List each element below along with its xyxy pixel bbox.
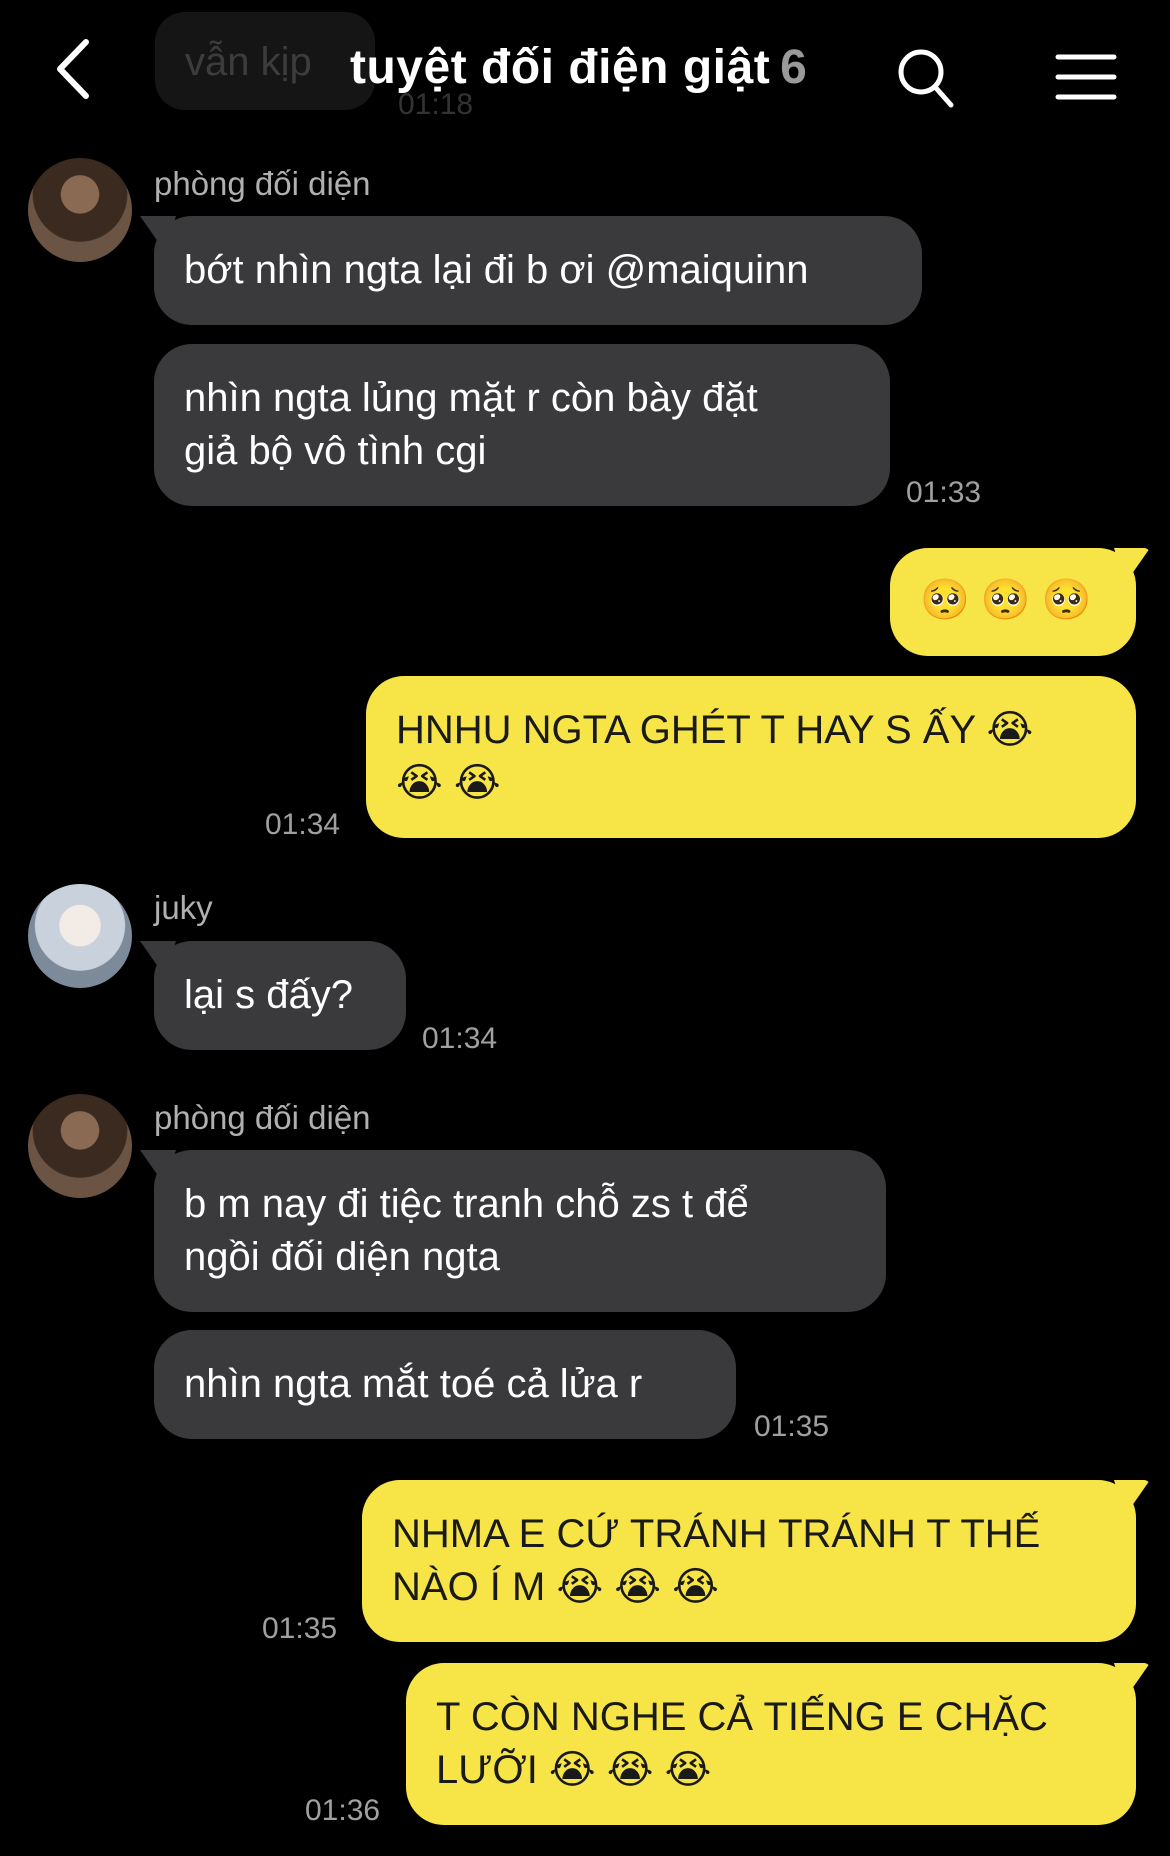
chat-title-text: tuyệt đối điện giật bbox=[350, 41, 771, 94]
message-text: nhìn ngta lủng mặt r còn bày đặt bbox=[184, 376, 758, 420]
outgoing-message-bubble[interactable]: 🥺 🥺 🥺 bbox=[890, 548, 1136, 656]
avatar[interactable] bbox=[28, 1094, 132, 1198]
chat-header: tuyệt đối điện giật 6 bbox=[0, 0, 1170, 140]
message-text: b m nay đi tiệc tranh chỗ zs t để bbox=[184, 1182, 749, 1226]
message-time: 01:36 bbox=[305, 1794, 381, 1827]
message-time: 01:34 bbox=[422, 1022, 498, 1055]
message-time: 01:34 bbox=[265, 808, 341, 841]
message-time: 01:33 bbox=[906, 476, 982, 509]
chat-screen: vẫn kịp 01:18 tuyệt đối điện giật 6 phòn… bbox=[0, 0, 1170, 1856]
chat-title: tuyệt đối điện giật 6 bbox=[350, 40, 807, 95]
message-text: nhìn ngta mắt toé cả lửa r bbox=[184, 1362, 643, 1406]
message-text: T CÒN NGHE CẢ TIẾNG E CHẶC bbox=[436, 1695, 1048, 1739]
message-text: LƯỠI 😭 😭 😭 bbox=[436, 1748, 712, 1792]
search-button[interactable] bbox=[895, 45, 957, 111]
message-text: giả bộ vô tình cgi bbox=[184, 429, 487, 473]
message-time: 01:35 bbox=[754, 1410, 830, 1443]
message-text: bớt nhìn ngta lại đi b ơi @maiquinn bbox=[184, 248, 809, 292]
outgoing-message-bubble[interactable]: NHMA E CỨ TRÁNH TRÁNH T THẾ NÀO Í M 😭 😭 … bbox=[362, 1480, 1136, 1642]
menu-button[interactable] bbox=[1055, 52, 1117, 102]
sender-name: phòng đối diện bbox=[154, 1099, 371, 1136]
message-text: 🥺 🥺 🥺 bbox=[920, 578, 1092, 622]
back-chevron-icon bbox=[57, 39, 89, 99]
incoming-message-bubble[interactable]: nhìn ngta mắt toé cả lửa r bbox=[154, 1330, 736, 1439]
incoming-message-bubble[interactable]: nhìn ngta lủng mặt r còn bày đặt giả bộ … bbox=[154, 344, 890, 506]
outgoing-message-bubble[interactable]: T CÒN NGHE CẢ TIẾNG E CHẶC LƯỠI 😭 😭 😭 bbox=[406, 1663, 1136, 1825]
message-text: 😭 😭 bbox=[396, 761, 501, 805]
message-text: HNHU NGTA GHÉT T HAY S ẤY 😭 bbox=[396, 708, 1034, 752]
incoming-message-bubble[interactable]: bớt nhìn ngta lại đi b ơi @maiquinn bbox=[154, 216, 922, 325]
avatar[interactable] bbox=[28, 158, 132, 262]
avatar[interactable] bbox=[28, 884, 132, 988]
message-text: NÀO Í M 😭 😭 😭 bbox=[392, 1565, 719, 1609]
message-time: 01:35 bbox=[262, 1612, 338, 1645]
incoming-message-bubble[interactable]: b m nay đi tiệc tranh chỗ zs t để ngồi đ… bbox=[154, 1150, 886, 1312]
search-icon bbox=[898, 49, 954, 108]
outgoing-message-bubble[interactable]: HNHU NGTA GHÉT T HAY S ẤY 😭 😭 😭 bbox=[366, 676, 1136, 838]
message-text: lại s đấy? bbox=[184, 973, 353, 1017]
sender-name: juky bbox=[154, 889, 213, 926]
back-button[interactable] bbox=[50, 34, 110, 104]
member-count: 6 bbox=[780, 41, 808, 94]
message-text: ngồi đối diện ngta bbox=[184, 1235, 500, 1279]
sender-name: phòng đối diện bbox=[154, 165, 371, 202]
menu-icon bbox=[1055, 54, 1117, 100]
message-text: NHMA E CỨ TRÁNH TRÁNH T THẾ bbox=[392, 1512, 1041, 1556]
incoming-message-bubble[interactable]: lại s đấy? bbox=[154, 941, 406, 1050]
